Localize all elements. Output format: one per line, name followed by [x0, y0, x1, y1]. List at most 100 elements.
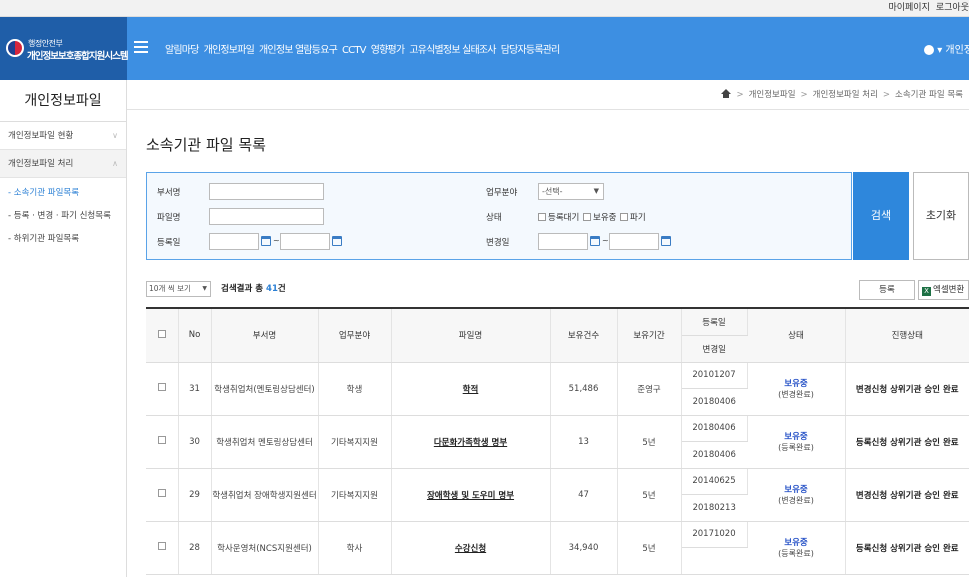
file-link[interactable]: 장애학생 및 도우미 명부 [427, 491, 514, 501]
cell-reg-date: 20180406 [681, 415, 748, 442]
cell-file[interactable]: 수강신청 [391, 521, 551, 575]
main-nav: 알림마당 개인정보파일 개인정보 열람등요구 CCTV 영향평가 고유식별정보 실태조사 담… [165, 41, 565, 56]
breadcrumb-item[interactable]: 개인정보파일 처리 [813, 90, 878, 100]
checkbox-icon[interactable] [157, 383, 166, 391]
sidebar-item-file-status[interactable]: 개인정보파일 현황 ∨ [0, 122, 126, 150]
file-link[interactable]: 학적 [463, 385, 479, 395]
calendar-icon[interactable] [590, 236, 600, 246]
mypage-link[interactable]: 마이페이지 [888, 3, 929, 13]
status-text: 보유중 [784, 379, 808, 389]
header-reg-date: 등록일 [681, 308, 748, 336]
result-count-suffix: 건 [277, 284, 286, 294]
sidebar-subitem-sub-agency-files[interactable]: - 하위기관 파일목록 [8, 230, 126, 253]
table-row[interactable]: 30 학생취업처 멘토링상담센터 기타복지지원 다문화가족학생 명부 13 5년… [146, 415, 969, 469]
progress-text: 등록신청 상위기관 승인 완료 [855, 437, 959, 448]
cell-dept: 학사운영처(NCS지원센터) [211, 521, 319, 575]
checkbox-icon[interactable] [157, 329, 166, 338]
breadcrumb: > 개인정보파일 > 개인정보파일 처리 > 소속기관 파일 목록 [127, 80, 969, 110]
table-row[interactable]: 31 학생취업처(멘토링상담센터) 학생 학적 51,486 준영구 20101… [146, 362, 969, 416]
checkbox-icon[interactable] [157, 436, 166, 444]
nav-impact-assessment[interactable]: 영향평가 [371, 45, 405, 56]
nav-manager-registration[interactable]: 담당자등록관리 [501, 45, 561, 56]
progress-text: 등록신청 상위기관 승인 완료 [855, 543, 959, 554]
sidebar-item-file-processing[interactable]: 개인정보파일 처리 ∧ [0, 150, 126, 178]
page-size-value: 10개 씩 보기 [149, 284, 191, 293]
cell-status: 보유중 (등록완료) [747, 415, 846, 469]
progress-text: 변경신청 상위기관 승인 완료 [855, 490, 959, 501]
status-subtext: (등록완료) [778, 549, 814, 558]
sidebar-subitem-requests[interactable]: - 등록 · 변경 · 파기 신청목록 [8, 207, 126, 230]
header-select-all[interactable] [146, 308, 179, 363]
status-option-label: 파기 [630, 213, 646, 223]
hamburger-menu-icon[interactable] [134, 41, 148, 53]
field-select[interactable]: -선택- ▼ [538, 183, 604, 200]
sidebar-item-label: 개인정보파일 현황 [8, 131, 74, 141]
row-select[interactable] [146, 362, 179, 416]
status-text: 보유중 [784, 432, 808, 442]
cell-file[interactable]: 장애학생 및 도우미 명부 [391, 468, 551, 522]
calendar-icon[interactable] [661, 236, 671, 246]
row-select[interactable] [146, 468, 179, 522]
logo[interactable]: 행정안전부 개인정보보호종합지원시스템 [0, 17, 129, 80]
cell-field: 기타복지지원 [318, 468, 392, 522]
status-checkbox-pending[interactable]: 등록대기 [538, 211, 579, 223]
chgdate-end-input[interactable] [609, 233, 659, 250]
reset-button[interactable]: 초기화 [913, 172, 969, 260]
regdate-label: 등록일 [157, 238, 181, 248]
logout-link[interactable]: 로그아웃 [936, 3, 969, 13]
sidebar-submenu: - 소속기관 파일목록 - 등록 · 변경 · 파기 신청목록 - 하위기관 파… [0, 178, 126, 253]
row-select[interactable] [146, 521, 179, 575]
nav-personal-file[interactable]: 개인정보파일 [204, 45, 255, 56]
checkbox-icon[interactable] [157, 542, 166, 550]
dropdown-arrow-icon: ▼ [202, 285, 207, 292]
user-menu[interactable]: ▾ 개인정보 [924, 41, 969, 56]
cell-reg-date: 20140625 [681, 468, 748, 495]
cell-chg-date: 20180406 [681, 441, 747, 469]
cell-field: 기타복지지원 [318, 415, 392, 469]
checkbox-icon[interactable] [157, 489, 166, 497]
status-checkbox-destroyed[interactable]: 파기 [620, 211, 646, 223]
dept-input[interactable] [209, 183, 324, 200]
sidebar-subitem-affiliated-files[interactable]: - 소속기관 파일목록 [8, 184, 126, 207]
regdate-start-input[interactable] [209, 233, 259, 250]
header-no: No [178, 308, 212, 363]
breadcrumb-item[interactable]: 개인정보파일 [749, 90, 796, 100]
excel-export-button[interactable]: X 엑셀변환 [918, 280, 969, 300]
table-row[interactable]: 29 학생취업처 장애학생지원센터 기타복지지원 장애학생 및 도우미 명부 4… [146, 468, 969, 522]
status-text: 보유중 [784, 538, 808, 548]
breadcrumb-separator: > [882, 90, 891, 100]
header-file: 파일명 [391, 308, 551, 363]
chgdate-start-input[interactable] [538, 233, 588, 250]
header-status: 상태 [747, 308, 846, 363]
calendar-icon[interactable] [332, 236, 342, 246]
table-row[interactable]: 28 학사운영처(NCS지원센터) 학사 수강신청 34,940 5년 2017… [146, 521, 969, 575]
cell-no: 29 [178, 468, 212, 522]
page-size-select[interactable]: 10개 씩 보기 ▼ [146, 281, 211, 297]
sidebar-title: 개인정보파일 [0, 80, 126, 122]
checkbox-icon [620, 213, 628, 221]
nav-unique-id-survey[interactable]: 고유식별정보 실태조사 [409, 45, 496, 56]
result-count-prefix: 검색결과 총 [221, 284, 267, 294]
status-checkbox-holding[interactable]: 보유중 [583, 211, 616, 223]
regdate-end-input[interactable] [280, 233, 330, 250]
cell-progress: 변경신청 상위기관 승인 완료 [845, 362, 969, 416]
file-list-table: No 부서명 업무분야 파일명 보유건수 보유기간 등록일 상태 진행상태 변경… [146, 307, 969, 575]
cell-holdings: 47 [550, 468, 618, 522]
cell-file[interactable]: 학적 [391, 362, 551, 416]
row-select[interactable] [146, 415, 179, 469]
cell-file[interactable]: 다문화가족학생 명부 [391, 415, 551, 469]
file-link[interactable]: 다문화가족학생 명부 [434, 438, 507, 448]
register-button[interactable]: 등록 [859, 280, 915, 300]
file-input[interactable] [209, 208, 324, 225]
nav-cctv[interactable]: CCTV [342, 45, 367, 56]
search-button[interactable]: 검색 [853, 172, 909, 260]
file-link[interactable]: 수강신청 [455, 544, 486, 554]
nav-access-request[interactable]: 개인정보 열람등요구 [259, 45, 338, 56]
home-icon[interactable] [721, 89, 732, 98]
calendar-icon[interactable] [261, 236, 271, 246]
nav-notice[interactable]: 알림마당 [165, 45, 199, 56]
breadcrumb-item[interactable]: 소속기관 파일 목록 [895, 90, 963, 100]
page-title: 소속기관 파일 목록 [146, 136, 266, 154]
cell-reg-date: 20171020 [681, 521, 748, 548]
sidebar-item-label: 개인정보파일 처리 [8, 159, 74, 169]
